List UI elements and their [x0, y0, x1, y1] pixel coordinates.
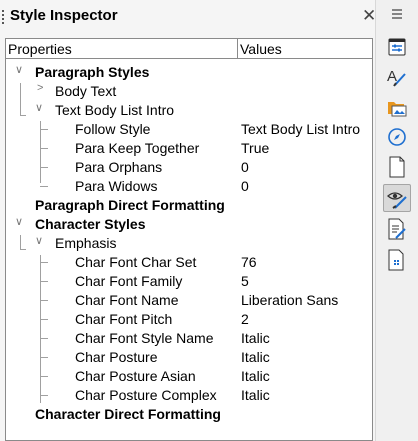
tree-row-property[interactable]: Char Posture Italic	[6, 348, 372, 367]
row-label: Follow Style	[75, 121, 151, 137]
tree-row-character-styles[interactable]: ∨ Character Styles	[6, 215, 372, 234]
row-label: Char Posture Complex	[75, 387, 217, 403]
row-value: Italic	[241, 387, 270, 403]
row-label: Char Font Name	[75, 292, 179, 308]
row-label: Para Orphans	[75, 159, 163, 175]
tree-row-property[interactable]: Para Keep Together True	[6, 139, 372, 158]
column-separator[interactable]	[237, 39, 238, 59]
chevron-down-icon[interactable]: ∨	[35, 234, 43, 247]
design-deck-icon[interactable]	[383, 246, 411, 274]
chevron-down-icon[interactable]: ∨	[15, 215, 23, 228]
column-header-values[interactable]: Values	[240, 41, 282, 57]
row-value: 0	[241, 159, 249, 175]
row-label: Body Text	[55, 83, 117, 99]
row-label: Para Widows	[75, 178, 158, 194]
tree-row-property[interactable]: Para Widows 0	[6, 177, 372, 196]
row-value: Italic	[241, 330, 270, 346]
row-label: Emphasis	[55, 235, 117, 251]
chevron-right-icon[interactable]: >	[37, 82, 43, 94]
tree-row-property[interactable]: Para Orphans 0	[6, 158, 372, 177]
row-label: Para Keep Together	[75, 140, 200, 156]
tree-row-property[interactable]: Char Font Name Liberation Sans	[6, 291, 372, 310]
tree-row-property[interactable]: Char Font Family 5	[6, 272, 372, 291]
gallery-deck-icon[interactable]	[383, 93, 411, 121]
sidebar-deck-tabbar: A	[375, 0, 418, 441]
tree-row-paragraph-direct-formatting[interactable]: Paragraph Direct Formatting	[6, 196, 372, 215]
tree-row-character-direct-formatting[interactable]: Character Direct Formatting	[6, 405, 372, 424]
hamburger-menu-icon[interactable]	[383, 2, 411, 26]
tree-row-property[interactable]: Follow Style Text Body List Intro	[6, 120, 372, 139]
row-value: Text Body List Intro	[241, 121, 361, 137]
row-label: Char Font Char Set	[75, 254, 197, 270]
tree-row-paragraph-styles[interactable]: ∨ Paragraph Styles	[6, 63, 372, 82]
row-label: Char Font Pitch	[75, 311, 173, 327]
row-label: Text Body List Intro	[55, 102, 175, 118]
column-header-properties[interactable]: Properties	[8, 41, 72, 57]
row-value: True	[241, 140, 270, 156]
row-label: Paragraph Direct Formatting	[35, 197, 225, 213]
tree-row-emphasis[interactable]: ∨ Emphasis	[6, 234, 372, 253]
row-value: Italic	[241, 349, 270, 365]
row-value: Liberation Sans	[241, 292, 339, 308]
drag-grip-icon[interactable]	[2, 10, 4, 26]
panel-title-bar: Style Inspector ✕	[0, 0, 376, 34]
tree-row-property[interactable]: Char Font Style Name Italic	[6, 329, 372, 348]
row-label: Char Font Style Name	[75, 330, 214, 346]
tree-row-body-text[interactable]: > Body Text	[6, 82, 372, 101]
properties-tree[interactable]: Properties Values ∨ Paragraph Styles > B…	[5, 38, 373, 441]
page-deck-icon[interactable]	[383, 153, 411, 181]
row-value: 5	[241, 273, 249, 289]
row-label: Paragraph Styles	[35, 64, 150, 80]
styles-deck-icon[interactable]: A	[383, 63, 411, 91]
properties-deck-icon[interactable]	[383, 33, 411, 61]
tree-header: Properties Values	[6, 39, 372, 59]
row-value: 0	[241, 178, 249, 194]
chevron-down-icon[interactable]: ∨	[15, 63, 23, 76]
style-inspector-panel: Style Inspector ✕ Properties Values ∨ Pa…	[0, 0, 376, 441]
row-label: Char Posture	[75, 349, 158, 365]
chevron-down-icon[interactable]: ∨	[35, 101, 43, 114]
navigator-deck-icon[interactable]	[383, 123, 411, 151]
row-label: Character Direct Formatting	[35, 406, 221, 422]
row-label: Character Styles	[35, 216, 146, 232]
tree-row-property[interactable]: Char Posture Complex Italic	[6, 386, 372, 405]
row-value: Italic	[241, 368, 270, 384]
manage-changes-deck-icon[interactable]	[383, 215, 411, 243]
row-value: 76	[241, 254, 257, 270]
tree-row-property[interactable]: Char Font Pitch 2	[6, 310, 372, 329]
tree-row-text-body-list-intro[interactable]: ∨ Text Body List Intro	[6, 101, 372, 120]
row-value: 2	[241, 311, 249, 327]
style-inspector-deck-icon[interactable]	[383, 184, 411, 212]
svg-text:A: A	[387, 68, 397, 85]
row-label: Char Font Family	[75, 273, 183, 289]
tree-row-property[interactable]: Char Font Char Set 76	[6, 253, 372, 272]
tree-row-property[interactable]: Char Posture Asian Italic	[6, 367, 372, 386]
row-label: Char Posture Asian	[75, 368, 196, 384]
panel-title: Style Inspector	[10, 7, 118, 24]
